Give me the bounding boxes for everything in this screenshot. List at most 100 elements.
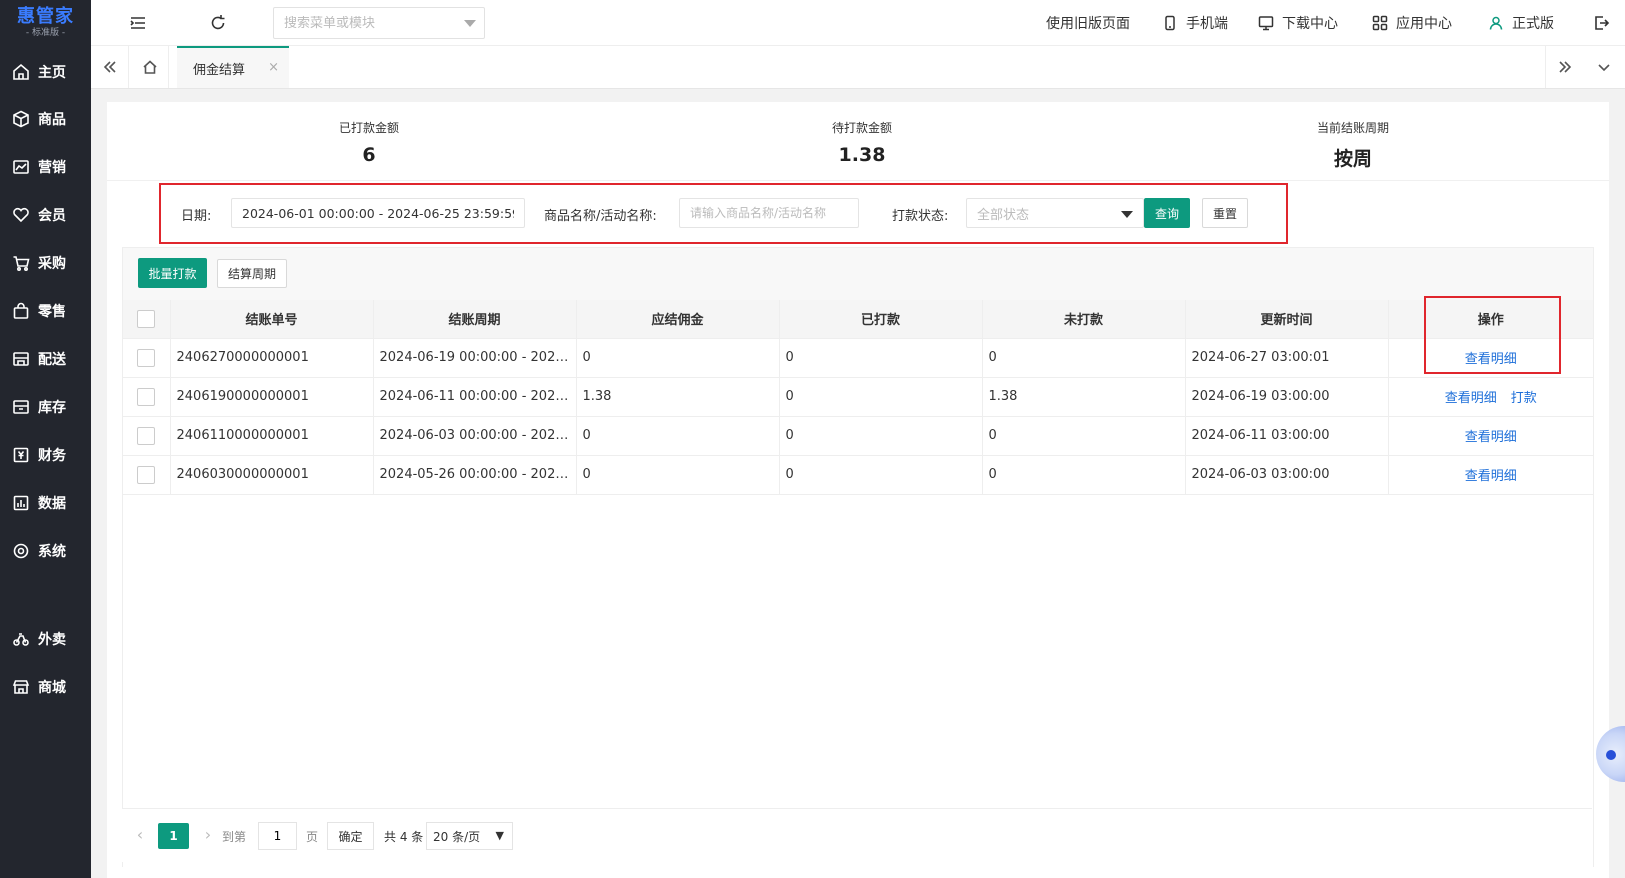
column-header[interactable]: 应结佣金 bbox=[576, 300, 780, 339]
sidebar-item-takeout[interactable]: 外卖 bbox=[0, 619, 91, 659]
user-icon bbox=[1489, 16, 1503, 30]
app-center-link[interactable]: 应用中心 bbox=[1372, 13, 1452, 33]
sidebar-item-home[interactable]: 主页 bbox=[0, 52, 91, 92]
tab-label: 佣金结算 bbox=[193, 62, 246, 78]
payment-status-select[interactable]: 全部状态 bbox=[966, 198, 1144, 228]
sidebar-item-label: 主页 bbox=[38, 65, 66, 81]
row-checkbox[interactable] bbox=[137, 348, 156, 367]
column-header[interactable]: 已打款 bbox=[779, 300, 983, 339]
row-actions: 查看明细 bbox=[1388, 455, 1593, 495]
sidebar-item-delivery[interactable]: 配送 bbox=[0, 339, 91, 379]
menu-collapse-icon[interactable] bbox=[128, 13, 148, 33]
chevron-down-icon bbox=[1121, 211, 1133, 218]
next-page-icon[interactable]: › bbox=[198, 825, 218, 845]
unpaid-amount: 1.38 bbox=[982, 377, 1186, 417]
view-detail-link[interactable]: 查看明细 bbox=[1465, 469, 1517, 484]
main-content: 已打款金额 6 待打款金额 1.38 当前结账周期 按周 日期: 商品名称/活动… bbox=[107, 102, 1609, 878]
pay-link[interactable]: 打款 bbox=[1511, 391, 1537, 406]
select-all-cell bbox=[123, 300, 171, 339]
operations-highlight-box bbox=[1424, 296, 1561, 374]
user-edition-link[interactable]: 正式版 bbox=[1488, 13, 1554, 33]
product-name-input[interactable] bbox=[679, 198, 859, 228]
sidebar-item-label: 营销 bbox=[38, 160, 66, 176]
sidebar-item-data[interactable]: 数据 bbox=[0, 483, 91, 523]
row-checkbox[interactable] bbox=[137, 426, 156, 445]
row-checkbox[interactable] bbox=[137, 387, 156, 406]
column-header[interactable]: 未打款 bbox=[982, 300, 1186, 339]
sidebar-item-label: 财务 bbox=[38, 448, 66, 464]
mobile-label: 手机端 bbox=[1186, 16, 1228, 32]
settings-icon bbox=[13, 543, 29, 559]
stat-label: 当前结账周期 bbox=[1316, 121, 1389, 135]
tab-commission-settlement[interactable]: 佣金结算 × bbox=[177, 46, 289, 88]
download-center-link[interactable]: 下载中心 bbox=[1258, 13, 1338, 33]
reset-button[interactable]: 重置 bbox=[1202, 198, 1248, 228]
home-icon bbox=[13, 63, 29, 80]
menu-search-input[interactable] bbox=[284, 15, 454, 31]
goto-confirm-button[interactable]: 确定 bbox=[327, 822, 374, 850]
app-center-label: 应用中心 bbox=[1396, 16, 1452, 32]
old-version-link[interactable]: 使用旧版页面 bbox=[1046, 13, 1130, 33]
app-logo[interactable]: 惠管家 - 标准版 - bbox=[0, 0, 91, 46]
monitor-icon bbox=[1258, 16, 1274, 31]
column-header[interactable]: 结账周期 bbox=[373, 300, 577, 339]
batch-pay-button[interactable]: 批量打款 bbox=[138, 258, 207, 288]
date-range-input[interactable] bbox=[231, 198, 525, 228]
column-header[interactable]: 更新时间 bbox=[1185, 300, 1389, 339]
row-actions: 查看明细 打款 bbox=[1388, 377, 1593, 417]
page-1-button[interactable]: 1 bbox=[158, 823, 189, 849]
sidebar-item-label: 商城 bbox=[38, 680, 66, 696]
sidebar-item-marketing[interactable]: 营销 bbox=[0, 147, 91, 187]
settlement-id: 2406110000000001 bbox=[170, 416, 374, 456]
unpaid-amount: 0 bbox=[982, 416, 1186, 456]
sidebar-item-purchase[interactable]: 采购 bbox=[0, 243, 91, 283]
view-detail-link[interactable]: 查看明细 bbox=[1445, 391, 1497, 406]
sidebar-item-members[interactable]: 会员 bbox=[0, 195, 91, 235]
logout-icon[interactable] bbox=[1591, 13, 1611, 33]
select-all-checkbox[interactable] bbox=[137, 309, 156, 328]
tabs-scroll-right-icon[interactable] bbox=[1545, 46, 1583, 88]
query-button[interactable]: 查询 bbox=[1144, 198, 1190, 228]
sidebar: 惠管家 - 标准版 - 主页 商品 营销 会员 采购 零售 配送 库存 财务 数… bbox=[0, 0, 91, 878]
commission-due: 1.38 bbox=[576, 377, 780, 417]
menu-search[interactable] bbox=[273, 7, 485, 39]
sidebar-item-inventory[interactable]: 库存 bbox=[0, 387, 91, 427]
settlement-period: 2024-06-11 00:00:00 - 2024-06-17 23:59:5… bbox=[373, 377, 577, 417]
settlement-table-wrapper: 结账单号 结账周期 应结佣金 已打款 未打款 更新时间 操作 240627000… bbox=[123, 300, 1593, 867]
updated-time: 2024-06-19 03:00:00 bbox=[1185, 377, 1389, 417]
column-header[interactable]: 结账单号 bbox=[170, 300, 374, 339]
sidebar-item-system[interactable]: 系统 bbox=[0, 531, 91, 571]
name-label: 商品名称/活动名称: bbox=[544, 209, 657, 224]
unpaid-amount: 0 bbox=[982, 338, 1186, 378]
logo-title: 惠管家 bbox=[17, 6, 74, 27]
close-icon[interactable]: × bbox=[268, 60, 279, 75]
row-checkbox[interactable] bbox=[137, 465, 156, 484]
refresh-icon[interactable] bbox=[208, 13, 228, 33]
stat-current-cycle: 当前结账周期 按周 bbox=[1253, 120, 1453, 171]
cart-icon bbox=[13, 256, 30, 272]
view-detail-link[interactable]: 查看明细 bbox=[1465, 430, 1517, 445]
chevron-down-icon: ▼ bbox=[495, 829, 504, 842]
row-select-cell bbox=[123, 338, 171, 378]
mobile-link[interactable]: 手机端 bbox=[1162, 13, 1228, 33]
sidebar-item-retail[interactable]: 零售 bbox=[0, 291, 91, 331]
page-size-select[interactable]: 20 条/页 ▼ bbox=[426, 822, 513, 850]
prev-page-icon[interactable]: ‹ bbox=[130, 825, 150, 845]
commission-due: 0 bbox=[576, 455, 780, 495]
status-label: 打款状态: bbox=[892, 209, 949, 224]
goto-page-input[interactable] bbox=[258, 822, 297, 850]
sidebar-item-mall[interactable]: 商城 bbox=[0, 667, 91, 707]
home-tab-icon[interactable] bbox=[131, 46, 169, 88]
tabs-menu-chevron-down-icon[interactable] bbox=[1585, 46, 1623, 88]
settlement-cycle-button[interactable]: 结算周期 bbox=[217, 259, 287, 288]
bar-chart-icon bbox=[13, 495, 29, 511]
settlement-id: 2406190000000001 bbox=[170, 377, 374, 417]
sidebar-item-finance[interactable]: 财务 bbox=[0, 435, 91, 475]
edition-label: 正式版 bbox=[1512, 16, 1554, 32]
sidebar-item-label: 外卖 bbox=[38, 632, 66, 648]
tabs-scroll-left-icon[interactable] bbox=[91, 46, 129, 88]
sidebar-item-goods[interactable]: 商品 bbox=[0, 99, 91, 139]
truck-icon bbox=[13, 352, 29, 366]
status-select-value: 全部状态 bbox=[977, 207, 1030, 223]
row-select-cell bbox=[123, 377, 171, 417]
